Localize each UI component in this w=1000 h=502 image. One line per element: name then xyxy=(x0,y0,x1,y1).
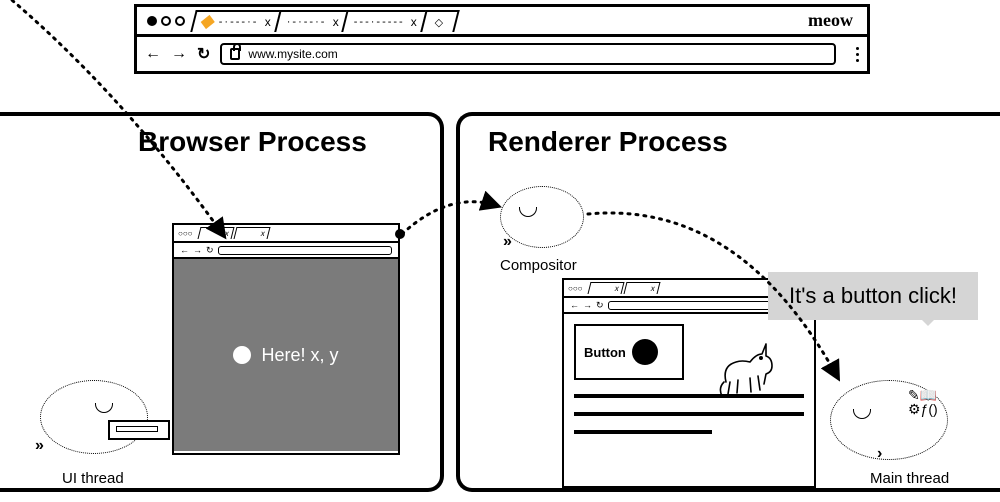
nav-toolbar: ← → ↻ www.mysite.com xyxy=(137,37,867,71)
main-thread-speech-bubble: It's a button click! xyxy=(768,272,978,320)
mini-tabbar: ○○○ x x xyxy=(174,225,398,243)
mini-tab: x xyxy=(587,282,624,294)
main-thread-label: Main thread xyxy=(870,470,949,487)
tab-close-icon: x xyxy=(332,15,340,29)
tab-favicon-diamond-icon xyxy=(201,14,215,28)
top-browser-window: -·---·- x ·-·--·- x ---·----- x ◇ meow ←… xyxy=(134,4,870,74)
browser-tab-3: ---·----- x xyxy=(342,10,428,32)
url-text: www.mysite.com xyxy=(248,47,337,61)
unicorn-icon xyxy=(712,338,778,404)
overflow-menu-icon xyxy=(856,47,859,62)
ui-thread-device-icon xyxy=(108,420,170,440)
new-tab-button: ◇ xyxy=(421,10,461,32)
url-bar: www.mysite.com xyxy=(220,43,836,65)
mini-viewport: Here! x, y xyxy=(174,259,398,451)
window-close-dot xyxy=(147,16,157,26)
browser-tab-1: -·---·- x xyxy=(190,10,281,32)
mini-urlbar xyxy=(218,246,392,255)
mini-tab: x xyxy=(197,227,234,239)
page-text-line xyxy=(574,412,804,416)
click-target-dot-icon xyxy=(632,339,658,365)
main-thread-tools-icon: ✎📖⚙ƒ() xyxy=(908,388,938,416)
window-min-dot xyxy=(161,16,171,26)
mini-reload-icon: ↻ xyxy=(206,245,214,256)
click-point-icon xyxy=(233,346,251,364)
mini-forward-icon: → xyxy=(583,300,592,310)
mini-window-browser-process: ○○○ x x ← → ↻ Here! x, y xyxy=(172,223,400,455)
tab-close-icon: x xyxy=(411,15,419,29)
mini-reload-icon: ↻ xyxy=(596,300,604,311)
forward-icon: → xyxy=(171,45,187,63)
mini-back-icon: ← xyxy=(180,245,189,255)
page-text-line xyxy=(574,430,712,434)
ui-thread-label: UI thread xyxy=(62,470,124,487)
tab-bar: -·---·- x ·-·--·- x ---·----- x ◇ meow xyxy=(137,7,867,37)
mini-tab: x xyxy=(233,227,270,239)
ui-thread-character: » xyxy=(40,380,148,454)
reload-icon: ↻ xyxy=(197,44,210,64)
mini-back-icon: ← xyxy=(570,300,579,310)
page-button-label: Button xyxy=(584,345,626,360)
browser-tab-2: ·-·--·- x xyxy=(274,10,349,32)
mini-tab: x xyxy=(623,282,660,294)
browser-process-title: Browser Process xyxy=(138,126,422,158)
tab-close-icon: x xyxy=(264,15,272,29)
tab-2-title: ·-·--·- xyxy=(286,16,326,28)
mini-navbar: ← → ↻ xyxy=(174,243,398,259)
window-controls xyxy=(147,16,185,26)
compositor-label: Compositor xyxy=(500,257,577,274)
mini-window-dots: ○○○ xyxy=(178,229,193,238)
compositor-character: » xyxy=(500,186,584,248)
mini-forward-icon: → xyxy=(193,245,202,255)
click-coord-label: Here! x, y xyxy=(261,345,338,366)
back-icon: ← xyxy=(145,45,161,63)
mini-window-dots: ○○○ xyxy=(568,284,583,293)
tab-3-title: ---·----- xyxy=(354,16,405,28)
browser-brand-label: meow xyxy=(808,10,863,31)
tab-1-title: -·---·- xyxy=(219,16,259,28)
window-max-dot xyxy=(175,16,185,26)
lock-icon xyxy=(230,48,240,60)
renderer-process-title: Renderer Process xyxy=(488,126,986,158)
page-button-element: Button xyxy=(574,324,684,380)
